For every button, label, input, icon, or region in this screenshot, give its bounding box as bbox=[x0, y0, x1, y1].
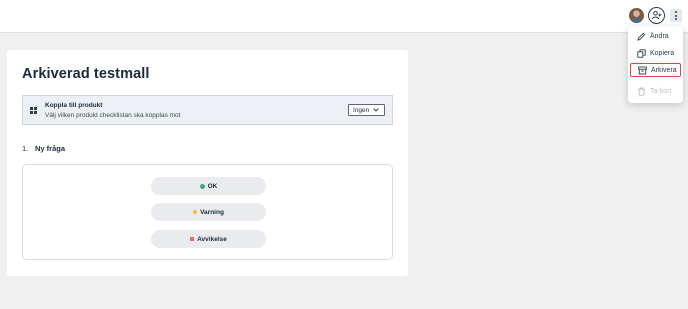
template-card: Arkiverad testmall Koppla till produkt V… bbox=[7, 50, 408, 276]
status-square-icon bbox=[190, 237, 195, 241]
menu-item-label: Arkivera bbox=[651, 66, 677, 74]
status-dot-icon bbox=[193, 210, 198, 214]
actions-menu: Ändra Kopiera Arkivera Ta bort bbox=[628, 26, 683, 103]
answer-label: Avvikelse bbox=[197, 235, 227, 243]
status-dot-icon bbox=[199, 183, 205, 189]
grid-icon bbox=[30, 107, 37, 114]
product-select-value: Ingen bbox=[353, 106, 370, 114]
archive-icon bbox=[638, 66, 647, 75]
menu-item-label: Ta bort bbox=[650, 87, 672, 95]
question-label: Ny fråga bbox=[35, 144, 66, 153]
answer-options: OK Varning Avvikelse bbox=[22, 164, 393, 260]
product-link-description: Välj vilken produkt checklistan ska kopp… bbox=[45, 112, 181, 119]
menu-item-delete: Ta bort bbox=[628, 84, 683, 98]
more-options-button[interactable] bbox=[670, 9, 682, 22]
top-bar bbox=[0, 0, 688, 33]
product-link-title: Koppla till produkt bbox=[45, 102, 103, 109]
copy-icon bbox=[637, 48, 646, 58]
menu-item-copy[interactable]: Kopiera bbox=[628, 46, 683, 60]
add-user-icon bbox=[651, 11, 662, 20]
menu-item-label: Ändra bbox=[650, 32, 669, 40]
menu-item-edit[interactable]: Ändra bbox=[628, 29, 683, 43]
answer-option-deviation[interactable]: Avvikelse bbox=[151, 230, 266, 248]
menu-item-label: Kopiera bbox=[650, 49, 675, 57]
menu-item-archive[interactable]: Arkivera bbox=[630, 63, 681, 77]
pencil-icon bbox=[637, 32, 646, 41]
chevron-down-icon bbox=[373, 108, 379, 112]
page-title: Arkiverad testmall bbox=[22, 66, 150, 82]
answer-label: Varning bbox=[200, 208, 224, 216]
question-number: 1. bbox=[22, 144, 29, 153]
answer-label: OK bbox=[207, 182, 218, 190]
user-avatar[interactable] bbox=[629, 8, 644, 23]
add-user-button[interactable] bbox=[648, 7, 665, 24]
product-select[interactable]: Ingen bbox=[348, 104, 385, 116]
more-vertical-icon bbox=[675, 11, 677, 13]
answer-option-warning[interactable]: Varning bbox=[151, 203, 266, 221]
answer-option-ok[interactable]: OK bbox=[151, 177, 266, 195]
trash-icon bbox=[637, 87, 646, 96]
product-link-panel: Koppla till produkt Välj vilken produkt … bbox=[22, 95, 393, 125]
